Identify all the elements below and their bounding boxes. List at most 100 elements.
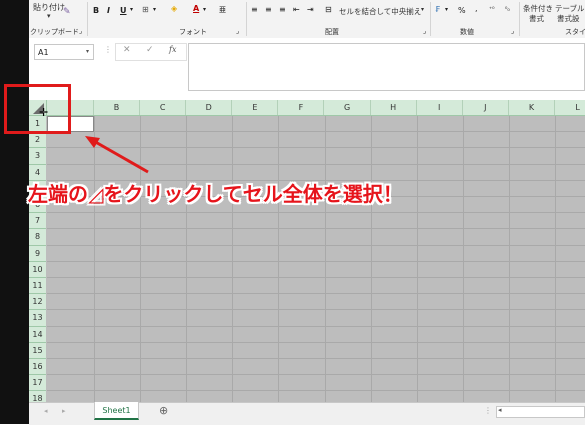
divider <box>246 2 247 36</box>
cancel-icon[interactable]: ✕ <box>123 45 131 55</box>
grid-line <box>47 374 585 376</box>
merge-dropdown-icon[interactable]: ▾ <box>421 6 424 13</box>
italic-button[interactable]: I <box>107 6 110 15</box>
border-icon[interactable]: ⊞ <box>142 5 149 14</box>
row-header[interactable]: 2 <box>29 132 46 149</box>
formula-input[interactable] <box>188 43 585 91</box>
row-header[interactable]: 12 <box>29 294 46 311</box>
grid-line <box>47 260 585 262</box>
number-group-label: 数値 <box>460 28 474 36</box>
column-header[interactable]: L <box>555 100 585 115</box>
font-color-dropdown-icon[interactable]: ▾ <box>203 6 206 13</box>
grid-line <box>47 341 585 343</box>
font-group-label: フォント <box>179 28 207 36</box>
grid-line <box>416 116 418 402</box>
row-header[interactable]: 10 <box>29 261 46 278</box>
percent-style-button[interactable]: % <box>458 6 466 15</box>
column-header[interactable]: I <box>417 100 463 115</box>
grid-line <box>370 116 372 402</box>
row-header[interactable]: 16 <box>29 359 46 376</box>
column-header[interactable]: K <box>509 100 555 115</box>
row-header[interactable]: 14 <box>29 326 46 343</box>
merge-center-button[interactable]: セルを結合して中央揃え <box>339 6 421 17</box>
decrease-decimal-icon[interactable]: ⁰₀ <box>505 6 510 13</box>
font-color-icon[interactable]: A <box>193 4 199 13</box>
grid-line <box>555 116 556 402</box>
row-header[interactable]: 17 <box>29 375 46 392</box>
grid-line <box>47 244 585 246</box>
annotation-text: 左端の◿をクリックしてセル全体を選択！ <box>28 182 403 206</box>
font-dialog-launcher-icon[interactable]: ⌟ <box>236 27 239 35</box>
enter-icon[interactable]: ✓ <box>146 45 154 55</box>
ribbon-home: 貼り付け ▾ ✎ B I U ▾ ⊞ ▾ ◈ A ▾ 亜 フォント ⌟ ≡ ≡ … <box>29 0 585 39</box>
grid-line <box>462 116 464 402</box>
underline-button[interactable]: U <box>120 6 127 15</box>
accounting-dropdown-icon[interactable]: ▾ <box>445 6 448 13</box>
conditional-format-label[interactable]: 書式 <box>529 13 544 24</box>
clipboard-dialog-launcher-icon[interactable]: ⌟ <box>79 27 82 35</box>
formula-bar-separator-icon: ⋮ <box>104 45 112 54</box>
format-painter-icon[interactable]: ✎ <box>63 7 71 17</box>
grid-line <box>47 390 585 392</box>
row-header[interactable]: 3 <box>29 148 46 165</box>
grid-line <box>47 277 585 278</box>
divider <box>430 2 431 36</box>
fill-color-icon[interactable]: ◈ <box>171 4 177 13</box>
column-header[interactable]: J <box>463 100 509 115</box>
align-left-icon[interactable]: ≡ <box>251 5 258 14</box>
align-right-icon[interactable]: ≡ <box>279 5 286 14</box>
new-sheet-button[interactable]: ⊕ <box>159 404 168 417</box>
column-header[interactable]: E <box>232 100 279 115</box>
comma-style-button[interactable]: , <box>475 4 478 13</box>
scroll-tab-left-icon[interactable]: ◂ <box>44 407 48 415</box>
decrease-indent-icon[interactable]: ⇤ <box>293 5 300 14</box>
merge-center-icon[interactable]: ⊟ <box>325 5 332 14</box>
grid-line <box>47 212 585 214</box>
divider <box>87 2 88 36</box>
column-header[interactable]: H <box>371 100 417 115</box>
column-header[interactable]: D <box>186 100 233 115</box>
increase-indent-icon[interactable]: ⇥ <box>307 5 314 14</box>
name-box[interactable]: A1 <box>34 44 94 60</box>
grid-line <box>508 116 510 402</box>
window-left-edge <box>0 0 29 424</box>
alignment-dialog-launcher-icon[interactable]: ⌟ <box>423 27 426 35</box>
align-center-icon[interactable]: ≡ <box>265 5 272 14</box>
scroll-tab-right-icon[interactable]: ▸ <box>62 407 66 415</box>
grid-line <box>232 116 234 402</box>
underline-dropdown-icon[interactable]: ▾ <box>130 6 133 13</box>
phonetic-icon[interactable]: 亜 <box>219 5 226 15</box>
accounting-format-icon[interactable]: ₣ <box>435 5 440 14</box>
grid-line <box>47 228 585 230</box>
row-header[interactable]: 11 <box>29 278 46 295</box>
scroll-separator-icon: ⋮ <box>484 406 492 415</box>
horizontal-scrollbar[interactable] <box>496 406 585 418</box>
sheet-tab-sheet1[interactable]: Sheet1 <box>94 402 139 420</box>
paste-dropdown-icon[interactable]: ▾ <box>47 12 51 20</box>
row-header[interactable]: 7 <box>29 213 46 230</box>
alignment-group-label: 配置 <box>325 28 339 36</box>
grid-line <box>47 325 585 327</box>
insert-function-button[interactable]: fx <box>169 45 176 54</box>
divider <box>519 2 520 36</box>
column-header[interactable]: G <box>325 100 371 115</box>
styles-group-label: スタイ <box>565 28 585 36</box>
row-header[interactable]: 9 <box>29 245 46 262</box>
column-header[interactable]: C <box>140 100 187 115</box>
table-format-label[interactable]: 書式設 <box>557 13 580 24</box>
grid-line <box>278 116 280 402</box>
border-dropdown-icon[interactable]: ▾ <box>153 6 156 13</box>
row-header[interactable]: 8 <box>29 229 46 246</box>
grid-line <box>186 116 188 402</box>
scroll-left-arrow-icon[interactable]: ◂ <box>498 406 502 414</box>
row-header[interactable]: 13 <box>29 310 46 327</box>
row-header[interactable]: 15 <box>29 342 46 359</box>
column-header[interactable]: B <box>94 100 141 115</box>
increase-decimal-icon[interactable]: ⁺⁰ <box>489 6 495 13</box>
bold-button[interactable]: B <box>93 6 99 15</box>
clipboard-group-label: クリップボード <box>30 28 79 36</box>
highlight-box <box>4 84 71 134</box>
column-header[interactable]: F <box>278 100 325 115</box>
name-box-dropdown-icon[interactable]: ▾ <box>86 48 89 55</box>
number-dialog-launcher-icon[interactable]: ⌟ <box>511 27 514 35</box>
